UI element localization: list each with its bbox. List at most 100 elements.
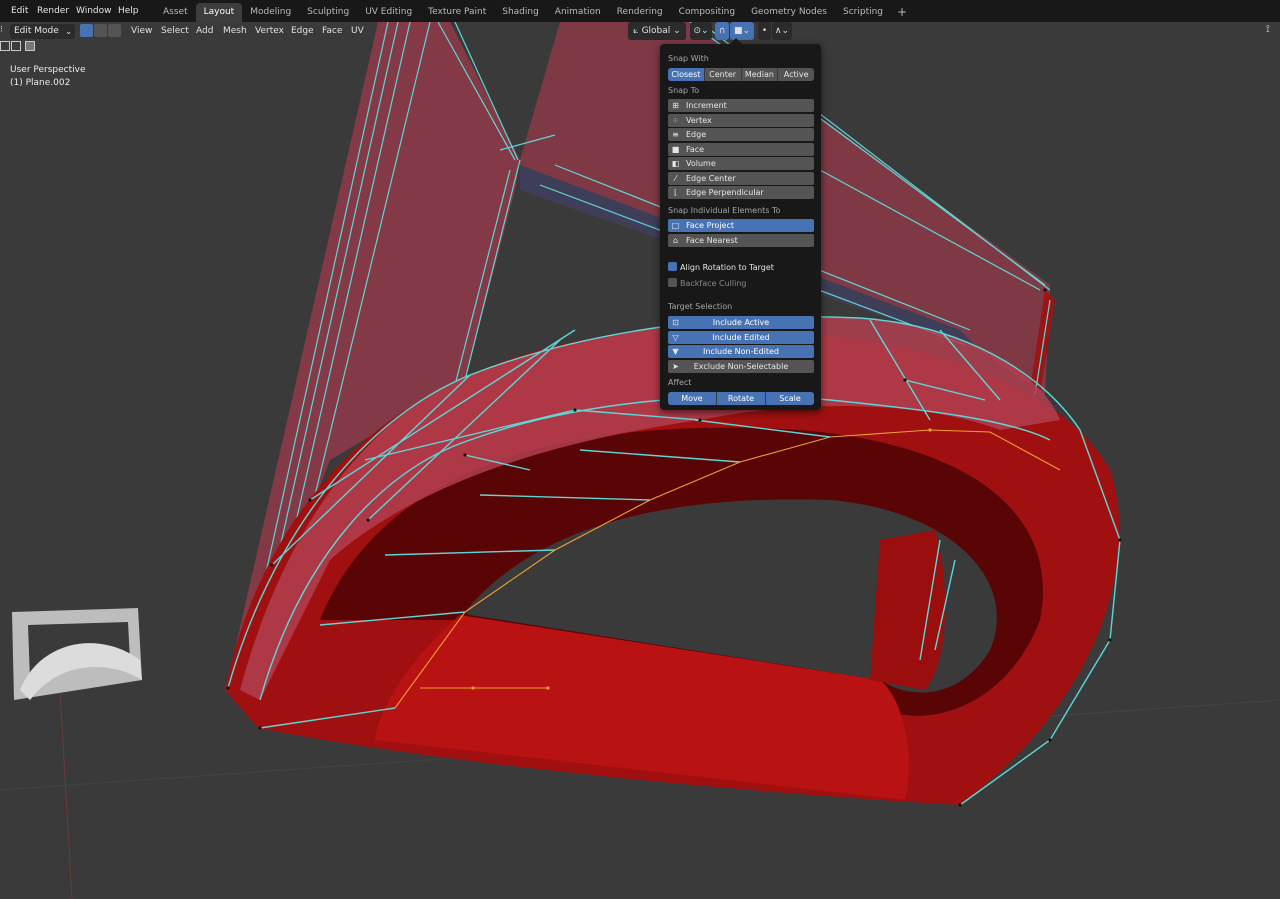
tab-animation[interactable]: Animation — [547, 3, 609, 22]
tab-rendering[interactable]: Rendering — [609, 3, 671, 22]
snap-to-edge-center[interactable]: ⁄ Edge Center — [668, 171, 814, 185]
editor-type-icon[interactable]: ⁝ — [0, 25, 3, 35]
snap-to-heading: Snap To — [668, 86, 700, 95]
face-nearest-icon: ⌂ — [672, 235, 679, 245]
align-rotation-checkbox[interactable]: Align Rotation to Target — [668, 262, 774, 272]
tab-uv-editing[interactable]: UV Editing — [357, 3, 420, 22]
snap-to-edge-center-label: Edge Center — [686, 173, 736, 183]
tab-shading[interactable]: Shading — [494, 3, 547, 22]
snap-individual-list: □ Face Project ⌂ Face Nearest — [668, 219, 814, 248]
tab-modeling[interactable]: Modeling — [242, 3, 299, 22]
include-non-edited-icon: ▼ — [672, 347, 679, 356]
snap-to-list: ⊞ Increment ⁘ Vertex ≡ Edge ■ Face ◧ Volume ⁄… — [668, 99, 814, 201]
menu-vertex[interactable]: Vertex — [255, 24, 284, 39]
include-edited-label: Include Edited — [712, 332, 770, 342]
snap-to-volume-label: Volume — [686, 159, 716, 168]
magnet-icon: ∩ — [718, 26, 726, 36]
menu-mesh[interactable]: Mesh — [223, 24, 247, 39]
menu-select[interactable]: Select — [161, 24, 189, 39]
vertex-select-icon[interactable] — [80, 24, 93, 37]
popover-arrow — [730, 38, 742, 44]
falloff-icon: ∧⌄ — [774, 26, 790, 36]
select-subtract-icon[interactable] — [25, 41, 35, 51]
affect-move[interactable]: Move — [668, 392, 717, 405]
viewport-3d[interactable] — [0, 0, 1280, 899]
affect-rotate[interactable]: Rotate — [717, 392, 766, 405]
gizmo-settings-icon[interactable]: ⟟ — [1266, 24, 1270, 35]
include-non-edited-toggle[interactable]: ▼ Include Non-Edited — [668, 345, 814, 358]
tab-layout[interactable]: Layout — [195, 3, 243, 22]
face-icon: ■⌄ — [733, 26, 751, 36]
viewport-header: ⁝ Edit Mode ⌄ View Select Add Mesh Verte… — [0, 22, 1280, 40]
transform-orientation-dropdown[interactable]: ⟀ Global ⌄ — [628, 22, 686, 40]
tab-texture-paint[interactable]: Texture Paint — [420, 3, 494, 22]
snap-with-center[interactable]: Center — [705, 68, 742, 81]
exclude-non-selectable-toggle[interactable]: ➤ Exclude Non-Selectable — [668, 359, 814, 373]
menu-help[interactable]: Help — [118, 0, 139, 22]
snapping-popover: Snap With Closest Center Median Active S… — [660, 38, 821, 410]
pivot-icon: ⊙⌄ — [693, 26, 709, 36]
checkbox-checked-icon — [668, 262, 677, 271]
snap-to-face[interactable]: ■ Face — [668, 142, 814, 156]
face-icon: ■ — [671, 144, 680, 154]
workspace-tabs: Asset Layout Modeling Sculpting UV Editi… — [155, 3, 913, 22]
select-extend-icon[interactable] — [11, 41, 21, 51]
edge-select-icon[interactable] — [94, 24, 107, 37]
menu-window[interactable]: Window — [76, 0, 112, 22]
menu-edge[interactable]: Edge — [291, 24, 314, 39]
mode-label: Edit Mode — [14, 26, 59, 36]
exclude-non-selectable-label: Exclude Non-Selectable — [693, 361, 789, 371]
menu-face[interactable]: Face — [322, 24, 342, 39]
snap-face-project[interactable]: □ Face Project — [668, 219, 814, 232]
volume-icon: ◧ — [671, 159, 680, 168]
snap-to-edge-perpendicular[interactable]: ⌊ Edge Perpendicular — [668, 186, 814, 199]
chevron-down-icon: ⌄ — [65, 27, 72, 36]
include-edited-icon: ▽ — [672, 332, 679, 342]
backface-culling-label: Backface Culling — [680, 279, 747, 288]
snap-to-increment[interactable]: ⊞ Increment — [668, 99, 814, 112]
snap-with-heading: Snap With — [668, 54, 709, 63]
face-select-icon[interactable] — [108, 24, 121, 37]
snap-to-edge-label: Edge — [686, 130, 707, 139]
backface-culling-checkbox[interactable]: Backface Culling — [668, 278, 747, 288]
face-project-icon: □ — [671, 221, 680, 230]
target-selection-heading: Target Selection — [668, 302, 733, 311]
mode-dropdown[interactable]: Edit Mode ⌄ — [10, 24, 75, 39]
menu-view[interactable]: View — [131, 24, 152, 39]
increment-icon: ⊞ — [672, 101, 679, 110]
snap-to-volume[interactable]: ◧ Volume — [668, 157, 814, 170]
include-active-toggle[interactable]: ⊡ Include Active — [668, 316, 814, 329]
snap-face-nearest[interactable]: ⌂ Face Nearest — [668, 233, 814, 247]
pivot-point-dropdown[interactable]: ⊙⌄ — [690, 22, 712, 40]
tab-compositing[interactable]: Compositing — [671, 3, 743, 22]
snap-toggle-button[interactable]: ∩ — [715, 22, 729, 40]
tab-sculpting[interactable]: Sculpting — [299, 3, 357, 22]
menu-add[interactable]: Add — [196, 24, 213, 39]
tab-scripting[interactable]: Scripting — [835, 3, 891, 22]
snap-to-vertex[interactable]: ⁘ Vertex — [668, 113, 814, 127]
proportional-edit-toggle[interactable]: • — [758, 22, 771, 40]
align-rotation-label: Align Rotation to Target — [680, 263, 774, 272]
top-menu-bar: Edit Render Window Help Asset Layout Mod… — [0, 0, 1280, 22]
menu-edit[interactable]: Edit — [11, 0, 28, 22]
tab-asset[interactable]: Asset — [155, 3, 196, 22]
add-workspace-icon[interactable]: + — [891, 3, 913, 22]
falloff-dropdown[interactable]: ∧⌄ — [772, 22, 792, 40]
snap-with-active[interactable]: Active — [778, 68, 814, 81]
affect-scale[interactable]: Scale — [766, 392, 814, 405]
snap-individual-heading: Snap Individual Elements To — [668, 206, 781, 215]
include-edited-toggle[interactable]: ▽ Include Edited — [668, 330, 814, 344]
object-name: (1) Plane.002 — [10, 78, 71, 88]
orientation-label: Global — [641, 26, 671, 36]
snap-with-closest[interactable]: Closest — [668, 68, 705, 81]
menu-render[interactable]: Render — [37, 0, 69, 22]
snap-face-nearest-label: Face Nearest — [686, 235, 738, 245]
include-active-icon: ⊡ — [672, 318, 679, 327]
select-box-icon[interactable] — [0, 41, 10, 51]
tab-geometry-nodes[interactable]: Geometry Nodes — [743, 3, 835, 22]
menu-uv[interactable]: UV — [351, 24, 364, 39]
snap-with-median[interactable]: Median — [742, 68, 779, 81]
include-non-edited-label: Include Non-Edited — [703, 347, 779, 356]
cursor-icon: ➤ — [672, 361, 679, 371]
snap-to-edge[interactable]: ≡ Edge — [668, 128, 814, 141]
